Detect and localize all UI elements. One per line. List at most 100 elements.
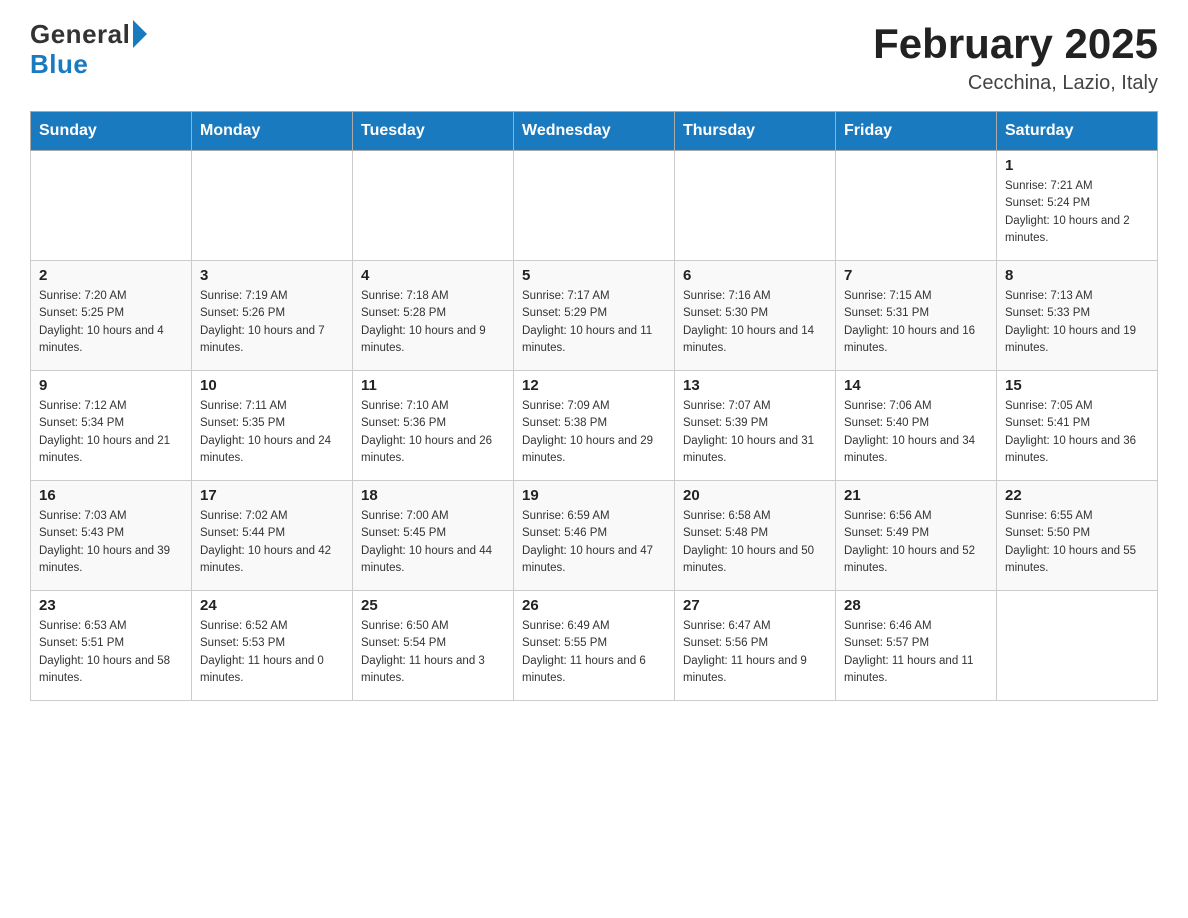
calendar-cell: 15 Sunrise: 7:05 AMSunset: 5:41 PMDayligh…: [997, 371, 1158, 481]
calendar-cell: 7 Sunrise: 7:15 AMSunset: 5:31 PMDaylight…: [836, 261, 997, 371]
day-info: Sunrise: 6:55 AMSunset: 5:50 PMDaylight:…: [1005, 508, 1149, 577]
calendar-cell: 4 Sunrise: 7:18 AMSunset: 5:28 PMDaylight…: [353, 261, 514, 371]
calendar-cell: 28 Sunrise: 6:46 AMSunset: 5:57 PMDayligh…: [836, 591, 997, 701]
day-number: 6: [683, 267, 827, 284]
day-number: 1: [1005, 157, 1149, 174]
day-info: Sunrise: 7:18 AMSunset: 5:28 PMDaylight:…: [361, 288, 505, 357]
calendar-week-row: 9 Sunrise: 7:12 AMSunset: 5:34 PMDaylight…: [31, 371, 1158, 481]
calendar-cell: 5 Sunrise: 7:17 AMSunset: 5:29 PMDaylight…: [514, 261, 675, 371]
calendar-cell: 22 Sunrise: 6:55 AMSunset: 5:50 PMDayligh…: [997, 481, 1158, 591]
day-info: Sunrise: 7:12 AMSunset: 5:34 PMDaylight:…: [39, 398, 183, 467]
day-info: Sunrise: 7:07 AMSunset: 5:39 PMDaylight:…: [683, 398, 827, 467]
day-number: 9: [39, 377, 183, 394]
calendar-cell: 18 Sunrise: 7:00 AMSunset: 5:45 PMDayligh…: [353, 481, 514, 591]
calendar-week-row: 2 Sunrise: 7:20 AMSunset: 5:25 PMDaylight…: [31, 261, 1158, 371]
day-info: Sunrise: 6:50 AMSunset: 5:54 PMDaylight:…: [361, 618, 505, 687]
calendar-header-row: SundayMondayTuesdayWednesdayThursdayFrid…: [31, 112, 1158, 151]
day-info: Sunrise: 6:58 AMSunset: 5:48 PMDaylight:…: [683, 508, 827, 577]
calendar-cell: 13 Sunrise: 7:07 AMSunset: 5:39 PMDayligh…: [675, 371, 836, 481]
day-info: Sunrise: 6:46 AMSunset: 5:57 PMDaylight:…: [844, 618, 988, 687]
day-number: 14: [844, 377, 988, 394]
day-number: 17: [200, 487, 344, 504]
day-number: 15: [1005, 377, 1149, 394]
day-info: Sunrise: 7:02 AMSunset: 5:44 PMDaylight:…: [200, 508, 344, 577]
day-number: 10: [200, 377, 344, 394]
day-number: 26: [522, 597, 666, 614]
day-info: Sunrise: 7:05 AMSunset: 5:41 PMDaylight:…: [1005, 398, 1149, 467]
location-text: Cecchina, Lazio, Italy: [873, 72, 1158, 95]
day-info: Sunrise: 7:21 AMSunset: 5:24 PMDaylight:…: [1005, 178, 1149, 247]
calendar-cell: [31, 151, 192, 261]
day-header-monday: Monday: [192, 112, 353, 151]
calendar-cell: [997, 591, 1158, 701]
day-number: 16: [39, 487, 183, 504]
day-header-friday: Friday: [836, 112, 997, 151]
calendar-cell: [675, 151, 836, 261]
calendar-cell: 3 Sunrise: 7:19 AMSunset: 5:26 PMDaylight…: [192, 261, 353, 371]
calendar-cell: 20 Sunrise: 6:58 AMSunset: 5:48 PMDayligh…: [675, 481, 836, 591]
day-info: Sunrise: 7:19 AMSunset: 5:26 PMDaylight:…: [200, 288, 344, 357]
day-number: 7: [844, 267, 988, 284]
day-info: Sunrise: 6:59 AMSunset: 5:46 PMDaylight:…: [522, 508, 666, 577]
day-number: 5: [522, 267, 666, 284]
day-info: Sunrise: 7:16 AMSunset: 5:30 PMDaylight:…: [683, 288, 827, 357]
calendar-week-row: 1 Sunrise: 7:21 AMSunset: 5:24 PMDaylight…: [31, 151, 1158, 261]
day-number: 24: [200, 597, 344, 614]
day-info: Sunrise: 7:00 AMSunset: 5:45 PMDaylight:…: [361, 508, 505, 577]
day-number: 3: [200, 267, 344, 284]
day-number: 22: [1005, 487, 1149, 504]
day-info: Sunrise: 6:49 AMSunset: 5:55 PMDaylight:…: [522, 618, 666, 687]
day-number: 19: [522, 487, 666, 504]
day-number: 13: [683, 377, 827, 394]
day-number: 18: [361, 487, 505, 504]
calendar-cell: 16 Sunrise: 7:03 AMSunset: 5:43 PMDayligh…: [31, 481, 192, 591]
day-number: 21: [844, 487, 988, 504]
calendar-cell: [353, 151, 514, 261]
calendar-cell: 14 Sunrise: 7:06 AMSunset: 5:40 PMDayligh…: [836, 371, 997, 481]
calendar-cell: 23 Sunrise: 6:53 AMSunset: 5:51 PMDayligh…: [31, 591, 192, 701]
day-number: 23: [39, 597, 183, 614]
day-info: Sunrise: 6:47 AMSunset: 5:56 PMDaylight:…: [683, 618, 827, 687]
calendar-table: SundayMondayTuesdayWednesdayThursdayFrid…: [30, 111, 1158, 701]
calendar-cell: 10 Sunrise: 7:11 AMSunset: 5:35 PMDayligh…: [192, 371, 353, 481]
day-info: Sunrise: 7:20 AMSunset: 5:25 PMDaylight:…: [39, 288, 183, 357]
day-info: Sunrise: 6:56 AMSunset: 5:49 PMDaylight:…: [844, 508, 988, 577]
calendar-cell: 2 Sunrise: 7:20 AMSunset: 5:25 PMDaylight…: [31, 261, 192, 371]
calendar-cell: 19 Sunrise: 6:59 AMSunset: 5:46 PMDayligh…: [514, 481, 675, 591]
calendar-cell: 8Sunrise: 7:13 AMSunset: 5:33 PMDaylight…: [997, 261, 1158, 371]
calendar-cell: 1 Sunrise: 7:21 AMSunset: 5:24 PMDaylight…: [997, 151, 1158, 261]
day-info: Sunrise: 6:53 AMSunset: 5:51 PMDaylight:…: [39, 618, 183, 687]
calendar-cell: 12Sunrise: 7:09 AMSunset: 5:38 PMDayligh…: [514, 371, 675, 481]
calendar-cell: [192, 151, 353, 261]
day-header-wednesday: Wednesday: [514, 112, 675, 151]
calendar-cell: 25 Sunrise: 6:50 AMSunset: 5:54 PMDayligh…: [353, 591, 514, 701]
day-header-thursday: Thursday: [675, 112, 836, 151]
logo-general-text: General: [30, 20, 130, 49]
day-number: 27: [683, 597, 827, 614]
day-number: 20: [683, 487, 827, 504]
day-info: Sunrise: 7:11 AMSunset: 5:35 PMDaylight:…: [200, 398, 344, 467]
day-number: 11: [361, 377, 505, 394]
day-info: Sunrise: 7:15 AMSunset: 5:31 PMDaylight:…: [844, 288, 988, 357]
day-info: Sunrise: 7:17 AMSunset: 5:29 PMDaylight:…: [522, 288, 666, 357]
day-header-sunday: Sunday: [31, 112, 192, 151]
title-block: February 2025 Cecchina, Lazio, Italy: [873, 20, 1158, 95]
calendar-week-row: 23 Sunrise: 6:53 AMSunset: 5:51 PMDayligh…: [31, 591, 1158, 701]
logo-blue-text: Blue: [30, 49, 88, 80]
day-number: 8: [1005, 267, 1149, 284]
day-number: 2: [39, 267, 183, 284]
calendar-cell: 24 Sunrise: 6:52 AMSunset: 5:53 PMDayligh…: [192, 591, 353, 701]
day-header-saturday: Saturday: [997, 112, 1158, 151]
month-title: February 2025: [873, 20, 1158, 68]
day-number: 28: [844, 597, 988, 614]
day-info: Sunrise: 7:10 AMSunset: 5:36 PMDaylight:…: [361, 398, 505, 467]
day-info: Sunrise: 7:03 AMSunset: 5:43 PMDaylight:…: [39, 508, 183, 577]
calendar-cell: [514, 151, 675, 261]
day-info: Sunrise: 6:52 AMSunset: 5:53 PMDaylight:…: [200, 618, 344, 687]
day-number: 25: [361, 597, 505, 614]
day-number: 4: [361, 267, 505, 284]
calendar-cell: 9 Sunrise: 7:12 AMSunset: 5:34 PMDaylight…: [31, 371, 192, 481]
logo: General Blue: [30, 20, 147, 80]
day-info: Sunrise: 7:06 AMSunset: 5:40 PMDaylight:…: [844, 398, 988, 467]
calendar-cell: 6 Sunrise: 7:16 AMSunset: 5:30 PMDaylight…: [675, 261, 836, 371]
